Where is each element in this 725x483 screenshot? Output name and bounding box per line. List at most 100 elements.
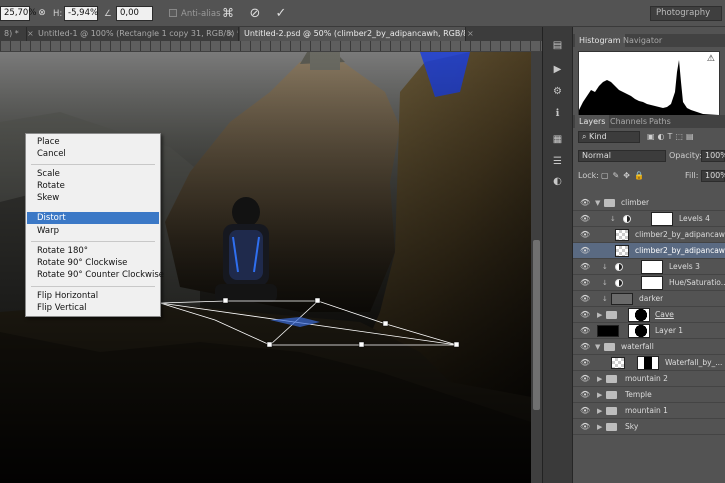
layer-row[interactable]: 👁 ↓ Levels 3 (573, 259, 725, 275)
layer-row[interactable]: 👁 ▶ Cave (573, 307, 725, 323)
eye-icon[interactable]: 👁 (580, 278, 590, 287)
layer-mask-thumbnail[interactable] (628, 308, 650, 322)
layer-mask-thumbnail[interactable] (628, 324, 650, 338)
layer-row-selected[interactable]: 👁 climber2_by_adipancawh (573, 243, 725, 259)
eye-icon[interactable]: 👁 (580, 214, 590, 223)
menu-item-skew[interactable]: Skew (27, 192, 159, 204)
swatches-icon[interactable]: ▦ (550, 133, 565, 146)
cache-warning-icon[interactable]: ⚠ (707, 54, 715, 64)
layer-mask-thumbnail[interactable] (637, 356, 659, 370)
scrollbar-thumb[interactable] (533, 240, 540, 410)
layer-row[interactable]: 👁 Waterfall_by_... (573, 355, 725, 371)
opacity-field[interactable]: 100% (701, 150, 725, 162)
eye-icon[interactable]: 👁 (580, 198, 590, 207)
eye-icon[interactable]: 👁 (580, 246, 590, 255)
transform-handle[interactable] (453, 341, 460, 348)
eye-icon[interactable]: 👁 (580, 294, 590, 303)
workspace-switcher[interactable]: Photography (650, 6, 722, 21)
expand-arrow-icon[interactable]: ▶ (597, 421, 602, 433)
clip-arrow-icon: ↓ (610, 215, 616, 223)
close-tab-icon[interactable]: × (27, 27, 34, 41)
layer-mask-thumbnail[interactable] (641, 260, 663, 274)
layer-mask-thumbnail[interactable] (641, 276, 663, 290)
eye-icon[interactable]: 👁 (580, 230, 590, 239)
layer-row[interactable]: 👁 ▶ mountain 1 (573, 403, 725, 419)
menu-item-rotate-90-ccw[interactable]: Rotate 90° Counter Clockwise (27, 269, 164, 281)
folder-icon (604, 343, 615, 351)
menu-item-flip-horizontal[interactable]: Flip Horizontal (27, 290, 159, 302)
transform-handle[interactable] (266, 341, 273, 348)
tab-histogram[interactable]: Histogram (575, 34, 625, 47)
link-icon[interactable]: ⊗ (33, 5, 51, 22)
expand-arrow-icon[interactable]: ▼ (595, 341, 600, 353)
eye-icon[interactable]: 👁 (580, 406, 590, 415)
tab-document-previous[interactable]: 8) * (0, 27, 27, 41)
layer-mask-thumbnail[interactable] (651, 212, 673, 226)
eye-icon[interactable]: 👁 (580, 422, 590, 431)
layer-row[interactable]: 👁 ▶ Temple (573, 387, 725, 403)
menu-separator (31, 164, 155, 165)
properties-icon[interactable]: ☰ (550, 155, 565, 168)
layer-row[interactable]: 👁 ▼ waterfall (573, 339, 725, 355)
layer-row[interactable]: 👁 climber2_by_adipancawh... (573, 227, 725, 243)
layer-filter-select[interactable]: ⌕ Kind (578, 131, 640, 143)
menu-item-rotate-90-cw[interactable]: Rotate 90° Clockwise (27, 257, 159, 269)
menu-item-scale[interactable]: Scale (27, 168, 159, 180)
eye-icon[interactable]: 👁 (580, 262, 590, 271)
menu-item-warp[interactable]: Warp (27, 225, 159, 237)
lock-icons[interactable]: ▢✎✥🔒 (601, 170, 648, 182)
layer-row[interactable]: 👁 ▶ Sky (573, 419, 725, 435)
info-icon[interactable]: ℹ (550, 107, 565, 120)
vertical-scale-field[interactable]: -5,94% (64, 6, 98, 21)
menu-item-cancel[interactable]: Cancel (27, 148, 159, 160)
cancel-transform-icon[interactable]: ⊘ (246, 5, 264, 22)
tab-untitled-1[interactable]: Untitled-1 @ 100% (Rectangle 1 copy 31, … (34, 27, 239, 41)
layer-name: climber2_by_adipancawh... (635, 230, 725, 239)
color-icon[interactable]: ◐ (550, 175, 565, 188)
antialias-checkbox[interactable] (169, 9, 177, 17)
eye-icon[interactable]: 👁 (580, 374, 590, 383)
layer-row[interactable]: 👁 ▶ mountain 2 (573, 371, 725, 387)
fill-field[interactable]: 100% (701, 170, 725, 182)
expand-arrow-icon[interactable]: ▶ (597, 389, 602, 401)
warp-mode-icon[interactable]: ⌘ (219, 5, 237, 22)
transform-handle[interactable] (382, 320, 389, 327)
menu-item-distort[interactable]: Distort (27, 212, 159, 224)
menu-item-rotate-180[interactable]: Rotate 180° (27, 245, 159, 257)
expand-arrow-icon[interactable]: ▶ (597, 405, 602, 417)
close-tab-icon[interactable]: × (467, 27, 474, 41)
actions-icon[interactable]: ▶ (550, 63, 565, 76)
eye-icon[interactable]: 👁 (580, 358, 590, 367)
transform-handle[interactable] (222, 297, 229, 304)
layer-row[interactable]: 👁 ↓ Hue/Saturatio... (573, 275, 725, 291)
adjustments-icon[interactable]: ⚙ (550, 85, 565, 98)
expand-arrow-icon[interactable]: ▶ (597, 309, 602, 321)
blend-mode-select[interactable]: Normal (578, 150, 666, 162)
history-icon[interactable]: ▤ (550, 39, 565, 52)
layer-row[interactable]: 👁 ↓ darker (573, 291, 725, 307)
transform-handle[interactable] (358, 341, 365, 348)
commit-transform-icon[interactable]: ✓ (272, 5, 290, 22)
expand-arrow-icon[interactable]: ▼ (595, 197, 600, 209)
tab-layers[interactable]: Layers (575, 115, 610, 128)
panel-dock: Histogram Navigator ⚠ Layers Channels Pa… (572, 27, 725, 483)
expand-arrow-icon[interactable]: ▶ (597, 373, 602, 385)
filter-icons[interactable]: ▣◐T⬚▤ (647, 131, 697, 143)
menu-item-place[interactable]: Place (27, 136, 159, 148)
tab-paths[interactable]: Paths (645, 115, 675, 128)
menu-item-flip-vertical[interactable]: Flip Vertical (27, 302, 159, 314)
transform-handle[interactable] (314, 297, 321, 304)
eye-icon[interactable]: 👁 (580, 310, 590, 319)
layer-row[interactable]: 👁 Layer 1 (573, 323, 725, 339)
angle-field[interactable]: 0,00 (116, 6, 153, 21)
eye-icon[interactable]: 👁 (580, 342, 590, 351)
tab-navigator[interactable]: Navigator (619, 34, 666, 47)
menu-item-rotate[interactable]: Rotate (27, 180, 159, 192)
eye-icon[interactable]: 👁 (580, 390, 590, 399)
close-tab-icon[interactable]: × (227, 27, 234, 41)
layer-row[interactable]: 👁 ▼ climber (573, 195, 725, 211)
layer-row[interactable]: 👁 ↓ Levels 4 (573, 211, 725, 227)
eye-icon[interactable]: 👁 (580, 326, 590, 335)
tab-untitled-2[interactable]: Untitled-2.psd @ 50% (climber2_by_adipan… (240, 27, 466, 41)
horizontal-scale-field[interactable]: 25,70% (0, 6, 36, 21)
